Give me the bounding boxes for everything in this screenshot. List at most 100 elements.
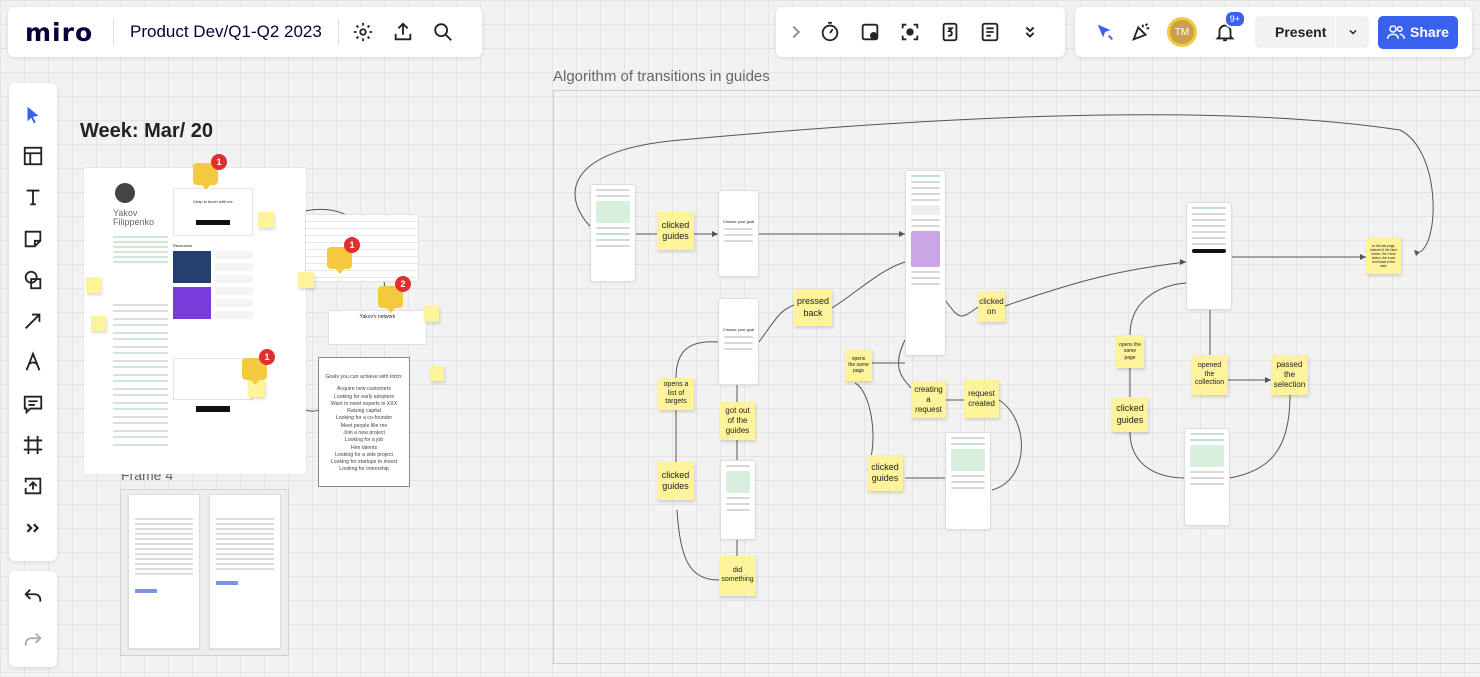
sticky-note[interactable]: got out of the guides (720, 402, 755, 440)
goal-item: Meet people like me (340, 422, 388, 429)
guide-screen[interactable] (720, 460, 756, 540)
goals-title: Goals you can achieve with Intch: (325, 374, 403, 380)
upload-icon[interactable] (13, 466, 53, 507)
undo-redo-bar (9, 571, 57, 667)
card-icon[interactable] (850, 12, 890, 52)
miro-logo[interactable]: miro (8, 18, 113, 47)
expand-chevron-icon[interactable] (782, 12, 810, 52)
comment-count-badge: 1 (211, 154, 227, 170)
goal-item: Looking for startups to invest (330, 459, 398, 466)
comment-icon[interactable] (13, 383, 53, 424)
algorithm-title[interactable]: Algorithm of transitions in guides (553, 68, 770, 85)
sticky-note[interactable]: opens a list of targets (658, 378, 694, 410)
number-icon[interactable] (930, 12, 970, 52)
focus-icon[interactable] (890, 12, 930, 52)
goal-item: Acquire new customers (337, 386, 391, 393)
goal-item: Want to meet experts in XXX (330, 400, 398, 407)
board-title[interactable]: Product Dev/Q1-Q2 2023 (114, 22, 338, 42)
select-icon[interactable] (13, 94, 53, 135)
goal-item: Looking for early adopters (334, 393, 394, 400)
top-middle-toolbar (776, 7, 1065, 57)
request-screen[interactable] (905, 170, 946, 356)
more-chevrons-icon[interactable] (1010, 12, 1050, 52)
screen-content (216, 515, 274, 571)
guide-screen[interactable] (1184, 428, 1230, 526)
resource-image-2 (173, 287, 211, 319)
notes-icon[interactable] (970, 12, 1010, 52)
sticky-note[interactable]: did something (719, 556, 756, 596)
sticky-note[interactable] (258, 212, 274, 228)
sticky-note[interactable] (86, 277, 101, 293)
more-tools-icon[interactable] (13, 507, 53, 548)
chevron-down-icon[interactable] (1335, 16, 1369, 48)
goals-box[interactable]: Goals you can achieve with Intch: Acquir… (318, 357, 410, 487)
cursor-select-icon[interactable] (1087, 12, 1123, 52)
screen-accent (135, 589, 157, 593)
profile-people-list (113, 298, 168, 448)
left-toolbar (9, 83, 57, 561)
profile-more-button (196, 406, 230, 412)
present-button[interactable]: Present (1255, 16, 1369, 48)
sticky-note[interactable]: passed the selection (1271, 355, 1308, 395)
algorithm-frame[interactable] (553, 90, 1480, 664)
goal-item: Join a new project (343, 429, 385, 436)
frame4-screen-2 (209, 494, 281, 649)
goal-screen[interactable]: Choose your goal (718, 190, 759, 277)
card1-title: Keep in touch with me (193, 199, 233, 204)
sticky-note[interactable]: pressed back (794, 289, 832, 326)
sticky-note[interactable] (424, 306, 439, 322)
pen-icon[interactable] (13, 342, 53, 383)
sticky-note[interactable]: opened the collection (1191, 355, 1228, 395)
redo-icon[interactable] (13, 619, 53, 663)
sticky-note[interactable]: opens the same page (845, 349, 872, 381)
sticky-note[interactable]: on the last page, instead of the Next bu… (1366, 237, 1401, 274)
sticky-note[interactable]: clicked guides (1112, 397, 1148, 432)
frame-icon[interactable] (13, 424, 53, 465)
notification-badge: 9+ (1223, 10, 1246, 28)
sticky-note[interactable] (298, 272, 314, 288)
search-icon[interactable] (423, 12, 463, 52)
sticky-note[interactable]: clicked guides (657, 212, 694, 250)
network-card[interactable]: Yakov's network (328, 310, 427, 345)
avatar[interactable]: TM (1167, 17, 1197, 47)
comment-count-badge: 2 (395, 276, 411, 292)
screen-accent (216, 581, 238, 585)
card1-button (196, 220, 230, 225)
sticky-note[interactable]: creating a request (911, 381, 946, 418)
present-label: Present (1275, 24, 1327, 40)
settings-icon[interactable] (343, 12, 383, 52)
goal-screen-title: Choose your goal (722, 327, 755, 332)
top-left-toolbar: miro Product Dev/Q1-Q2 2023 (8, 7, 482, 57)
week-label: Week: Mar/ 20 (80, 120, 214, 142)
frame4-screen-1 (128, 494, 200, 649)
text-icon[interactable] (13, 177, 53, 218)
comment-count-badge: 1 (344, 237, 360, 253)
collection-screen[interactable] (1186, 202, 1232, 310)
sticky-note[interactable] (91, 316, 106, 331)
share-button[interactable]: Share (1378, 15, 1458, 49)
frame4[interactable] (120, 489, 289, 656)
timer-icon[interactable] (810, 12, 850, 52)
goal-item: Hire talents (350, 444, 378, 451)
celebrate-icon[interactable] (1123, 12, 1159, 52)
sticky-note[interactable]: clicked guides (657, 462, 694, 500)
arrow-icon[interactable] (13, 300, 53, 341)
sticky-note[interactable]: clicked on (978, 291, 1005, 322)
guide-screen[interactable] (590, 184, 636, 282)
undo-icon[interactable] (13, 575, 53, 619)
sticky-note[interactable] (430, 366, 444, 381)
goal-item: Looking for a side project (335, 451, 393, 458)
users-icon (1387, 25, 1406, 39)
shapes-icon[interactable] (13, 259, 53, 300)
goal-screen[interactable]: Choose your goal (718, 298, 759, 385)
sticky-note-icon[interactable] (13, 218, 53, 259)
chat-document[interactable] (305, 214, 419, 282)
export-icon[interactable] (383, 12, 423, 52)
sticky-note[interactable]: request created (964, 380, 999, 418)
sticky-note[interactable]: opens the same page (1116, 335, 1144, 368)
templates-icon[interactable] (13, 135, 53, 176)
bell-icon[interactable]: 9+ (1205, 10, 1246, 52)
resource-text (215, 251, 253, 319)
guide-screen[interactable] (945, 432, 991, 530)
sticky-note[interactable]: clicked guides (867, 455, 903, 491)
